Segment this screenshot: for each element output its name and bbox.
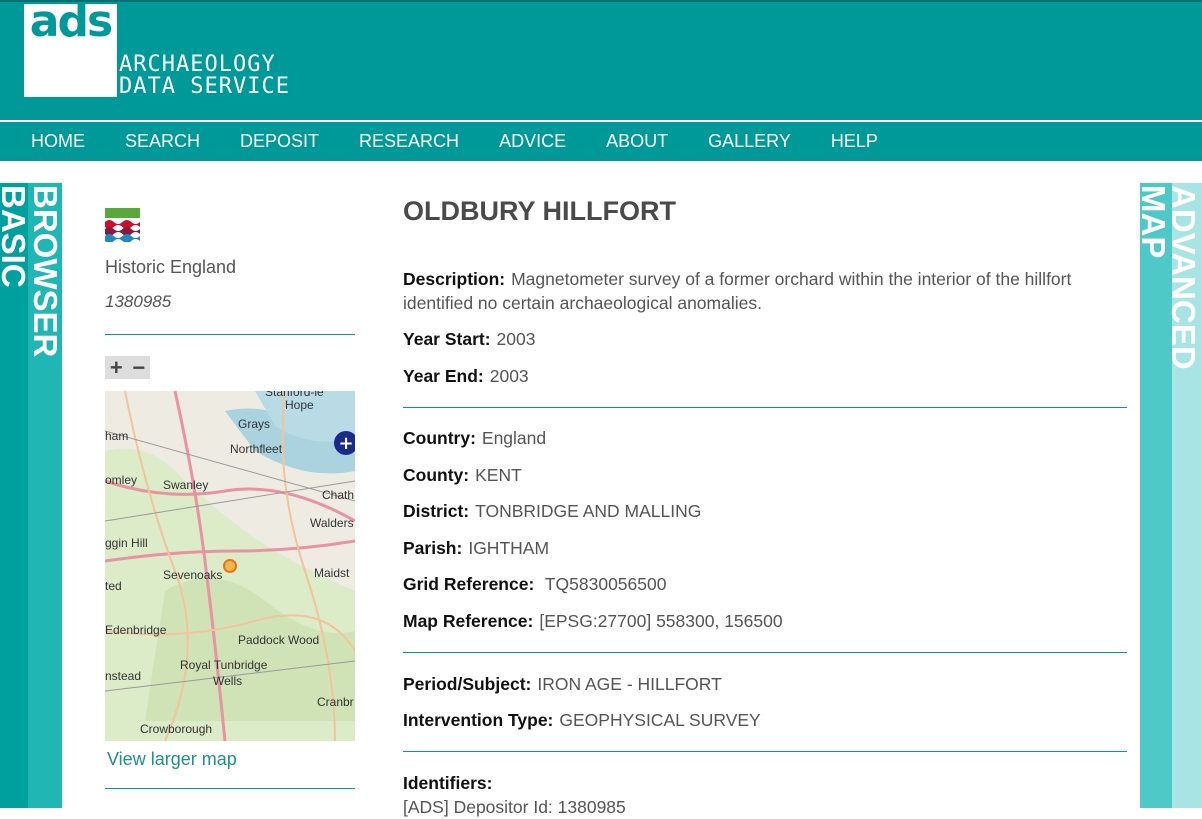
advanced-map-label-2: MAP <box>1135 185 1172 259</box>
map-label: Wells <box>213 674 243 688</box>
map-zoom-controls: + − <box>105 355 150 381</box>
svg-text:+: + <box>338 433 353 454</box>
grid-reference-field: Grid Reference: TQ5830056500 <box>403 572 1127 596</box>
map-label: Crowborough <box>140 722 213 736</box>
year-end-label: Year End: <box>403 366 484 386</box>
period-subject-value: IRON AGE - HILLFORT <box>537 674 722 694</box>
nav-help[interactable]: HELP <box>831 131 878 152</box>
parish-value: IGHTHAM <box>468 538 550 558</box>
location-map[interactable]: + Stanford-le Hope Grays ham Northfleet … <box>105 391 355 741</box>
grid-reference-label: Grid Reference: <box>403 574 535 594</box>
section-divider <box>403 751 1127 752</box>
zoom-out-button[interactable]: − <box>132 355 145 381</box>
identifier-item: [ADS] Depositor Id: 1380985 <box>403 797 626 817</box>
year-end-field: Year End: 2003 <box>403 364 1127 388</box>
advanced-map-label-1: ADVANCED <box>1165 185 1202 370</box>
parish-label: Parish: <box>403 538 463 558</box>
year-end-value: 2003 <box>489 366 529 386</box>
county-value: KENT <box>475 465 522 485</box>
intervention-type-label: Intervention Type: <box>403 710 554 730</box>
organisation-name: Historic England <box>105 257 237 277</box>
period-subject-label: Period/Subject: <box>403 674 532 694</box>
map-reference-label: Map Reference: <box>403 611 534 631</box>
intervention-type-field: Intervention Type: GEOPHYSICAL SURVEY <box>403 708 1127 732</box>
identifiers-field: Identifiers: <box>403 771 1127 795</box>
nav-research[interactable]: RESEARCH <box>359 131 459 152</box>
map-label: ggin Hill <box>105 536 148 550</box>
county-label: County: <box>403 465 470 485</box>
map-label: omley <box>105 473 138 487</box>
district-value: TONBRIDGE AND MALLING <box>475 501 702 521</box>
map-label: Paddock Wood <box>238 633 320 647</box>
logo-wordmark: ads <box>29 0 113 47</box>
map-reference-field: Map Reference: [EPSG:27700] 558300, 15650… <box>403 609 1127 633</box>
nav-advice[interactable]: ADVICE <box>499 131 566 152</box>
period-subject-field: Period/Subject: IRON AGE - HILLFORT <box>403 672 1127 696</box>
map-reference-value: [EPSG:27700] 558300, 156500 <box>539 611 783 631</box>
zoom-in-button[interactable]: + <box>110 355 123 381</box>
year-start-value: 2003 <box>496 329 536 349</box>
nav-about[interactable]: ABOUT <box>606 131 668 152</box>
nav-search[interactable]: SEARCH <box>125 131 200 152</box>
description-label: Description: <box>403 269 506 289</box>
description-field: Description: Magnetometer survey of a for… <box>403 267 1127 315</box>
nav-home[interactable]: HOME <box>31 131 85 152</box>
sidebar-divider <box>105 788 355 789</box>
map-label: Walders <box>310 516 354 530</box>
site-header: ads ARCHAEOLOGY DATA SERVICE <box>0 0 1202 120</box>
logo-line-2: DATA SERVICE <box>119 74 290 99</box>
country-value: England <box>481 428 547 448</box>
identifiers-label: Identifiers: <box>403 773 493 793</box>
county-field: County: KENT <box>403 463 1127 487</box>
map-label: Edenbridge <box>105 623 167 637</box>
country-field: Country: England <box>403 426 1127 450</box>
map-label: Chath <box>322 488 355 502</box>
map-label: Hope <box>285 398 314 412</box>
map-label: Cranbr <box>317 695 354 709</box>
map-label: ted <box>105 579 122 593</box>
grid-reference-value: TQ5830056500 <box>544 574 667 594</box>
historic-england-logo-icon <box>105 208 140 242</box>
map-label: Grays <box>238 417 271 431</box>
basic-browser-tab[interactable]: BROWSER BASIC <box>0 183 64 808</box>
parish-field: Parish: IGHTHAM <box>403 536 1127 560</box>
basic-browser-label-2: BASIC <box>0 185 32 288</box>
year-start-field: Year Start: 2003 <box>403 327 1127 351</box>
section-divider <box>403 407 1127 408</box>
main-nav: HOME SEARCH DEPOSIT RESEARCH ADVICE ABOU… <box>0 122 1202 161</box>
district-field: District: TONBRIDGE AND MALLING <box>403 499 1127 523</box>
nav-gallery[interactable]: GALLERY <box>708 131 791 152</box>
intervention-type-value: GEOPHYSICAL SURVEY <box>559 710 761 730</box>
map-label: Swanley <box>163 478 209 492</box>
country-label: Country: <box>403 428 476 448</box>
ads-logo[interactable]: ads <box>24 0 117 97</box>
view-larger-map-link[interactable]: View larger map <box>107 749 237 770</box>
advanced-map-tab[interactable]: ADVANCED MAP <box>1135 183 1202 808</box>
map-label: Sevenoaks <box>163 568 223 582</box>
nav-deposit[interactable]: DEPOSIT <box>240 131 319 152</box>
map-label: Northfleet <box>230 442 283 456</box>
sidebar-divider <box>105 334 355 335</box>
basic-browser-label-1: BROWSER <box>27 185 64 358</box>
section-divider <box>403 652 1127 653</box>
record-title: OLDBURY HILLFORT <box>403 196 676 226</box>
map-label: Maidst <box>314 566 350 580</box>
organisation-id: 1380985 <box>105 292 172 311</box>
map-label: ham <box>105 429 129 443</box>
district-label: District: <box>403 501 470 521</box>
year-start-label: Year Start: <box>403 329 491 349</box>
map-label: Royal Tunbridge <box>180 658 268 672</box>
map-label: nstead <box>105 669 142 683</box>
